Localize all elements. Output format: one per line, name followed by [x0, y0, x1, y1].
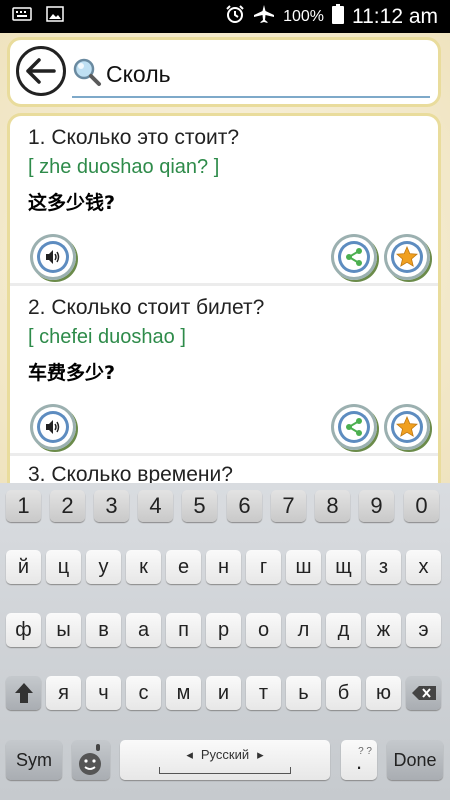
- backspace-key[interactable]: [406, 676, 441, 710]
- key-7[interactable]: 7: [271, 490, 306, 522]
- share-icon: [346, 418, 362, 436]
- key-letter[interactable]: к: [126, 550, 161, 584]
- key-letter[interactable]: в: [86, 613, 121, 647]
- magnifier-icon: [72, 57, 102, 92]
- image-icon: [46, 6, 64, 27]
- key-6[interactable]: 6: [227, 490, 262, 522]
- language-label: Русский: [200, 747, 250, 762]
- key-letter[interactable]: н: [206, 550, 241, 584]
- key-letter[interactable]: т: [246, 676, 281, 710]
- key-letter[interactable]: у: [86, 550, 121, 584]
- list-item[interactable]: 2. Сколько стоит билет? [ chefei duoshao…: [10, 286, 438, 456]
- phrase-russian: 1. Сколько это стоит?: [28, 126, 240, 149]
- sym-key[interactable]: Sym: [6, 740, 62, 780]
- period-key[interactable]: ? ? .: [341, 740, 377, 780]
- space-bar-icon: [159, 766, 291, 774]
- back-arrow-icon: [26, 58, 56, 84]
- key-letter[interactable]: э: [406, 613, 441, 647]
- key-letter[interactable]: р: [206, 613, 241, 647]
- key-letter[interactable]: д: [326, 613, 361, 647]
- key-2[interactable]: 2: [50, 490, 85, 522]
- search-input[interactable]: [106, 60, 406, 88]
- phrase-russian: 2. Сколько стоит билет?: [28, 296, 265, 319]
- key-letter[interactable]: ю: [366, 676, 401, 710]
- done-key[interactable]: Done: [387, 740, 443, 780]
- battery-icon: [332, 4, 344, 29]
- key-5[interactable]: 5: [182, 490, 217, 522]
- list-item[interactable]: 1. Сколько это стоит? [ zhe duoshao qian…: [10, 116, 438, 286]
- key-8[interactable]: 8: [315, 490, 350, 522]
- smiley-mic-icon: [79, 744, 101, 775]
- airplane-mode-icon: [253, 4, 275, 29]
- share-button[interactable]: [331, 404, 377, 450]
- onscreen-keyboard: 1 2 3 4 5 6 7 8 9 0 й ц у к е н г ш щ з …: [0, 483, 450, 800]
- favorite-button[interactable]: [384, 404, 430, 450]
- status-bar: 100% 11:12 am: [0, 0, 450, 33]
- key-letter[interactable]: с: [126, 676, 161, 710]
- phrase-pinyin: [ chefei duoshao ]: [28, 326, 186, 348]
- key-letter[interactable]: л: [286, 613, 321, 647]
- space-key[interactable]: ◂ Русский ▸: [120, 740, 330, 780]
- language-right-arrow-icon: ▸: [257, 746, 264, 762]
- star-icon: [396, 416, 418, 437]
- battery-percent: 100%: [283, 7, 324, 25]
- share-icon: [346, 248, 362, 266]
- clock: 11:12 am: [352, 4, 438, 28]
- key-letter[interactable]: о: [246, 613, 281, 647]
- share-button[interactable]: [331, 234, 377, 280]
- key-letter[interactable]: а: [126, 613, 161, 647]
- key-letter[interactable]: г: [246, 550, 281, 584]
- key-letter[interactable]: е: [166, 550, 201, 584]
- backspace-icon: [411, 686, 436, 700]
- language-left-arrow-icon: ◂: [186, 746, 193, 762]
- key-4[interactable]: 4: [138, 490, 173, 522]
- phrase-pinyin: [ zhe duoshao qian? ]: [28, 156, 220, 178]
- key-letter[interactable]: б: [326, 676, 361, 710]
- search-bar: [7, 37, 441, 107]
- key-letter[interactable]: п: [166, 613, 201, 647]
- key-1[interactable]: 1: [6, 490, 41, 522]
- speaker-icon: [46, 420, 60, 434]
- phrase-list: 1. Сколько это стоит? [ zhe duoshao qian…: [7, 113, 441, 485]
- emoji-voice-key[interactable]: [72, 740, 110, 780]
- key-letter[interactable]: ш: [286, 550, 321, 584]
- shift-key[interactable]: [6, 676, 41, 710]
- key-letter[interactable]: ф: [6, 613, 41, 647]
- key-letter[interactable]: й: [6, 550, 41, 584]
- play-sound-button[interactable]: [30, 234, 76, 280]
- key-letter[interactable]: ы: [46, 613, 81, 647]
- phrase-chinese: 车费多少?: [28, 362, 116, 384]
- language-indicator: ◂ Русский ▸: [186, 747, 263, 763]
- speaker-icon: [46, 250, 60, 264]
- play-sound-button[interactable]: [30, 404, 76, 450]
- key-letter[interactable]: ц: [46, 550, 81, 584]
- search-field[interactable]: [72, 52, 430, 98]
- key-letter[interactable]: ь: [286, 676, 321, 710]
- keyboard-icon: [12, 7, 32, 26]
- back-button[interactable]: [16, 46, 66, 96]
- phrase-chinese: 这多少钱?: [28, 192, 116, 214]
- key-letter[interactable]: я: [46, 676, 81, 710]
- partial-list-item[interactable]: 3. Сколько времени?: [28, 463, 233, 485]
- app-content: 1. Сколько это стоит? [ zhe duoshao qian…: [0, 33, 450, 485]
- key-letter[interactable]: з: [366, 550, 401, 584]
- key-letter[interactable]: и: [206, 676, 241, 710]
- key-9[interactable]: 9: [359, 490, 394, 522]
- key-letter[interactable]: м: [166, 676, 201, 710]
- star-icon: [396, 246, 418, 267]
- key-letter[interactable]: ч: [86, 676, 121, 710]
- period-label: .: [355, 748, 363, 774]
- key-letter[interactable]: щ: [326, 550, 361, 584]
- key-letter[interactable]: ж: [366, 613, 401, 647]
- alarm-icon: [225, 4, 245, 29]
- favorite-button[interactable]: [384, 234, 430, 280]
- shift-arrow-icon: [14, 683, 33, 703]
- key-0[interactable]: 0: [404, 490, 439, 522]
- key-letter[interactable]: х: [406, 550, 441, 584]
- key-3[interactable]: 3: [94, 490, 129, 522]
